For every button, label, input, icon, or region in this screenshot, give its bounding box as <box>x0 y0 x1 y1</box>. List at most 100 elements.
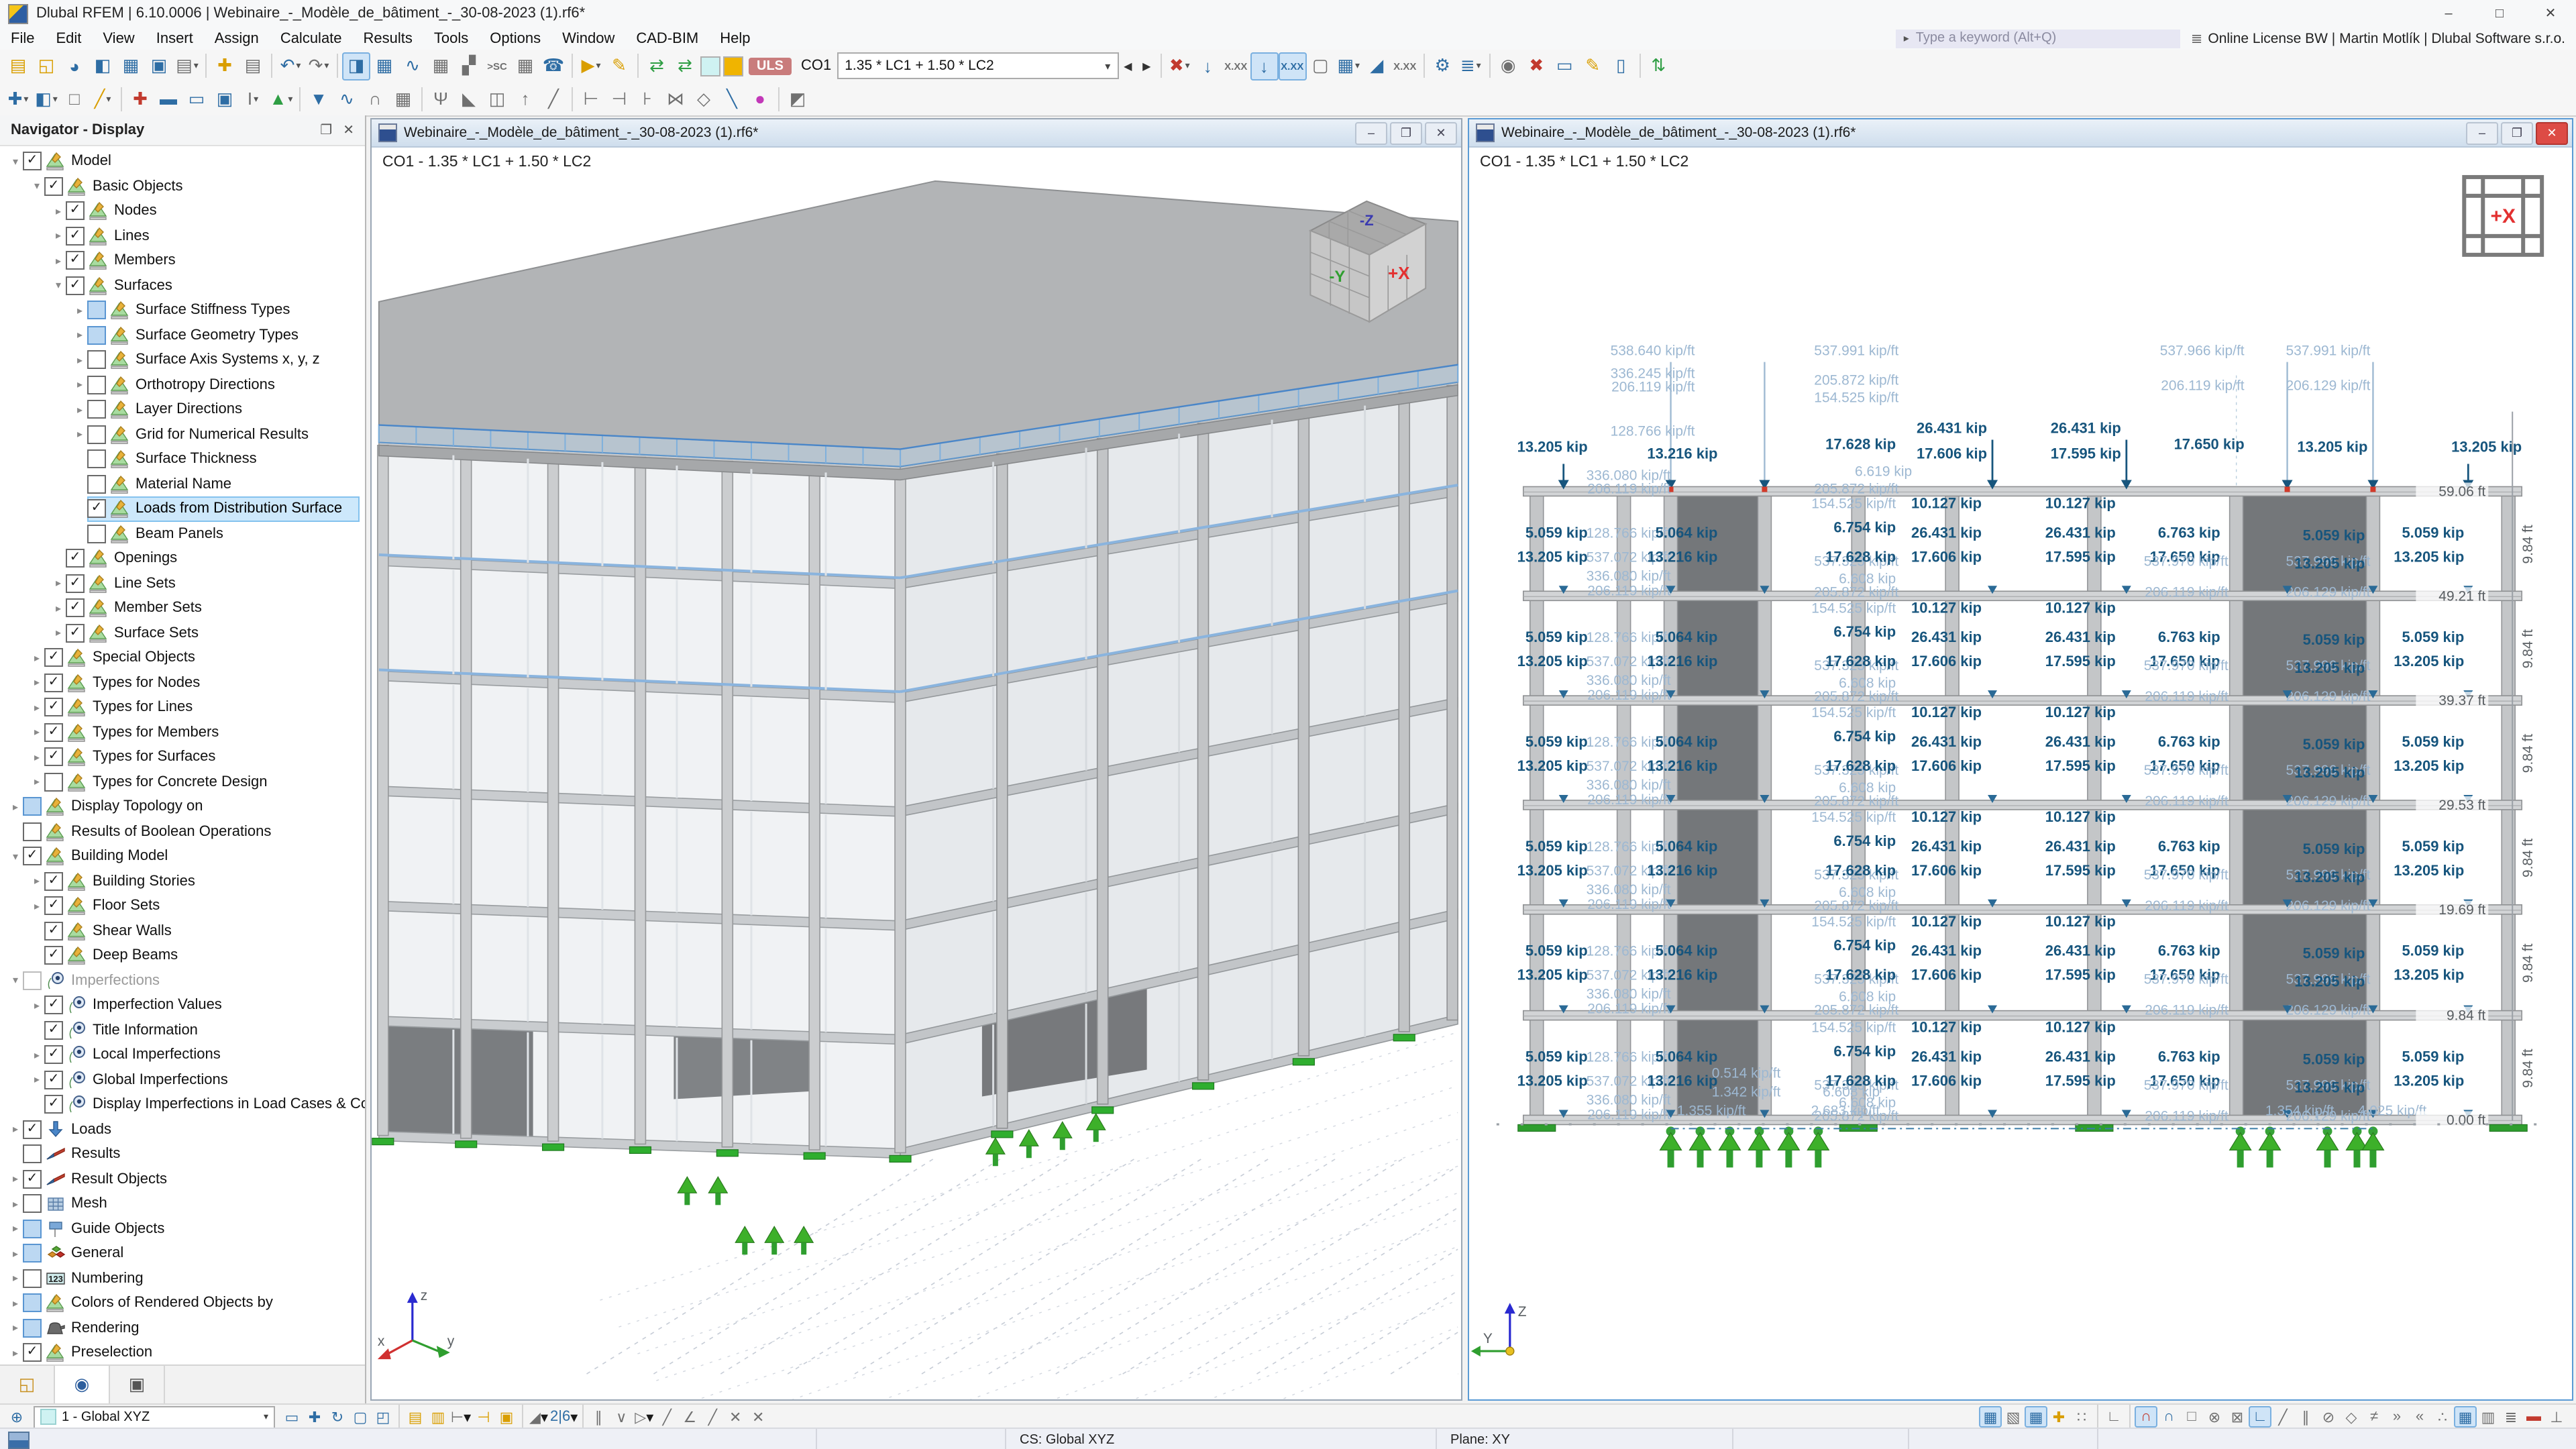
bb-x-2[interactable]: ✕ <box>747 1406 769 1428</box>
tb1-load-transfer-2[interactable]: ⇄ <box>671 52 699 80</box>
tb1-printout-report[interactable]: ▤ <box>239 52 267 80</box>
tree-item-types-for-lines[interactable]: ▸Types for Lines <box>0 695 365 720</box>
bb-grid-eye-1[interactable]: ▦ <box>1979 1406 2002 1428</box>
tree-item-member-sets[interactable]: ▸Member Sets <box>0 596 365 621</box>
menu-item-options[interactable]: Options <box>479 27 551 50</box>
tb1-values-off[interactable]: X.XX <box>1391 52 1419 80</box>
tb2-corner-tool[interactable]: ◩ <box>784 85 812 113</box>
tree-checkbox[interactable] <box>44 1071 63 1089</box>
bb-snap-n3[interactable]: « <box>2408 1406 2431 1428</box>
menu-item-file[interactable]: File <box>0 27 45 50</box>
tree-item-result-objects[interactable]: ▸Result Objects <box>0 1167 365 1191</box>
tree-item-surface-geometry-types[interactable]: ▸Surface Geometry Types <box>0 323 365 347</box>
tree-item-openings[interactable]: Openings <box>0 546 365 571</box>
menu-item-cadbim[interactable]: CAD-BIM <box>625 27 709 50</box>
bb-line-2[interactable]: ╱ <box>701 1406 724 1428</box>
tree-item-beam-panels[interactable]: Beam Panels <box>0 521 365 546</box>
tb1-settings-gear[interactable]: ⚙ <box>1428 52 1456 80</box>
tree-item-surfaces[interactable]: ▾Surfaces <box>0 273 365 298</box>
tree-item-imperfections[interactable]: ▾Imperfections <box>0 968 365 993</box>
bb-snap-n4[interactable]: ∴ <box>2431 1406 2454 1428</box>
tree-checkbox[interactable] <box>23 847 42 866</box>
tree-expander-icon[interactable]: ▸ <box>30 677 44 689</box>
tree-expander-icon[interactable]: ▸ <box>30 727 44 739</box>
tb1-print[interactable]: ▤▾ <box>173 52 201 80</box>
tree-expander-icon[interactable]: ▸ <box>51 255 66 267</box>
tree-item-types-for-surfaces[interactable]: ▸Types for Surfaces <box>0 745 365 769</box>
tree-item-display-topology-on[interactable]: ▸Display Topology on <box>0 794 365 819</box>
tb1-new-model[interactable]: ▤ <box>4 52 32 80</box>
tree-item-types-for-concrete-design[interactable]: ▸Types for Concrete Design <box>0 769 365 794</box>
tb1-service[interactable]: ◕ <box>60 52 89 80</box>
tree-item-layer-directions[interactable]: ▸Layer Directions <box>0 397 365 422</box>
tree-expander-icon[interactable]: ▸ <box>30 776 44 788</box>
tree-expander-icon[interactable]: ▸ <box>72 354 87 366</box>
bb-angle[interactable]: ∠ <box>678 1406 701 1428</box>
bb-snap-dots[interactable]: ∷ <box>2070 1406 2093 1428</box>
tb1-select-tool[interactable]: ▶▾ <box>577 52 605 80</box>
tree-checkbox[interactable] <box>87 475 106 494</box>
bb-grid-eye-2[interactable]: ▦ <box>2025 1406 2047 1428</box>
menu-item-calculate[interactable]: Calculate <box>270 27 353 50</box>
tree-checkbox[interactable] <box>44 1046 63 1065</box>
tree-expander-icon[interactable]: ▸ <box>51 578 66 590</box>
search-input[interactable]: ▸ Type a keyword (Alt+Q) <box>1896 29 2180 48</box>
tree-expander-icon[interactable]: ▸ <box>8 1124 23 1136</box>
tb2-solid-gray[interactable]: □ <box>60 85 89 113</box>
bb-magnet-on[interactable]: ∩ <box>2135 1406 2157 1428</box>
tb1-annotate[interactable]: ✎ <box>605 52 633 80</box>
tb1-delete-results[interactable]: ✖▾ <box>1165 52 1193 80</box>
tree-expander-icon[interactable]: ▾ <box>30 180 44 193</box>
tree-checkbox[interactable] <box>23 798 42 816</box>
tree-expander-icon[interactable]: ▸ <box>72 404 87 416</box>
tb1-show-loads[interactable]: ↓ <box>1193 52 1222 80</box>
tb2-divide[interactable]: ╲ <box>718 85 746 113</box>
tree-checkbox[interactable] <box>66 202 85 221</box>
bb-dim-x[interactable]: ⊢▾ <box>449 1406 472 1428</box>
tb2-filter[interactable]: ▼ <box>305 85 333 113</box>
tb1-show-load-values[interactable]: ↓ <box>1250 52 1278 80</box>
tb2-new-section[interactable]: I▾ <box>239 85 267 113</box>
tb1-clip-box[interactable]: ▯ <box>1607 52 1635 80</box>
tb1-open-file[interactable]: ◱ <box>32 52 60 80</box>
close-button[interactable]: ✕ <box>2525 0 2576 27</box>
tree-item-rendering[interactable]: ▸Rendering <box>0 1316 365 1340</box>
tree-expander-icon[interactable]: ▸ <box>72 329 87 341</box>
tree-item-guide-objects[interactable]: ▸Guide Objects <box>0 1216 365 1241</box>
viewport-3d-canvas[interactable]: -Z-Y+Xzxy <box>372 148 1461 1399</box>
tree-expander-icon[interactable]: ▸ <box>72 305 87 317</box>
tree-item-global-imperfections[interactable]: ▸Global Imperfections <box>0 1067 365 1092</box>
tree-checkbox[interactable] <box>23 1145 42 1164</box>
tree-item-surface-thickness[interactable]: Surface Thickness <box>0 447 365 472</box>
bb-box-copy[interactable]: ◰ <box>372 1406 394 1428</box>
tree-checkbox[interactable] <box>66 599 85 618</box>
tb1-sc-table[interactable]: >SC <box>483 52 511 80</box>
viewport-3d-titlebar[interactable]: Webinaire_-_Modèle_de_bâtiment_-_30-08-2… <box>372 119 1461 148</box>
tb1-load-transfer-1[interactable]: ⇄ <box>643 52 671 80</box>
tree-checkbox[interactable] <box>87 450 106 469</box>
tb1-values-xx[interactable]: X.XX <box>1278 52 1306 80</box>
tb1-edit[interactable]: ✎ <box>1578 52 1607 80</box>
tree-checkbox[interactable] <box>87 301 106 320</box>
viewport-maximize-button[interactable]: ❐ <box>2501 121 2533 144</box>
tb2-member-joint[interactable]: ⋈ <box>661 85 690 113</box>
bb-snap-par[interactable]: ∥ <box>2294 1406 2317 1428</box>
bb-dim-xx[interactable]: ⊣ <box>472 1406 495 1428</box>
tree-checkbox[interactable] <box>23 1344 42 1362</box>
tree-expander-icon[interactable]: ▸ <box>51 602 66 614</box>
tb1-result-table[interactable]: ▦ <box>511 52 539 80</box>
tb2-slash[interactable]: ╱ <box>539 85 568 113</box>
coordinate-system-icon[interactable]: ⊕ <box>5 1406 28 1428</box>
tree-checkbox[interactable] <box>23 1195 42 1214</box>
tree-expander-icon[interactable]: ▸ <box>30 1000 44 1012</box>
tree-expander-icon[interactable]: ▾ <box>8 156 23 168</box>
viewport-maximize-button[interactable]: ❐ <box>1390 121 1422 144</box>
next-combination-button[interactable]: ▶ <box>1137 54 1156 78</box>
tree-item-orthotropy-directions[interactable]: ▸Orthotropy Directions <box>0 372 365 397</box>
bb-snap-ortho[interactable]: ∟ <box>2249 1406 2271 1428</box>
coordinate-system-combo[interactable]: 1 - Global XYZ ▾ <box>34 1405 275 1428</box>
tree-expander-icon[interactable]: ▸ <box>30 1049 44 1061</box>
bb-grid-on[interactable]: ▦ <box>2454 1406 2477 1428</box>
tree-item-shear-walls[interactable]: Shear Walls <box>0 918 365 943</box>
menu-item-tools[interactable]: Tools <box>423 27 479 50</box>
